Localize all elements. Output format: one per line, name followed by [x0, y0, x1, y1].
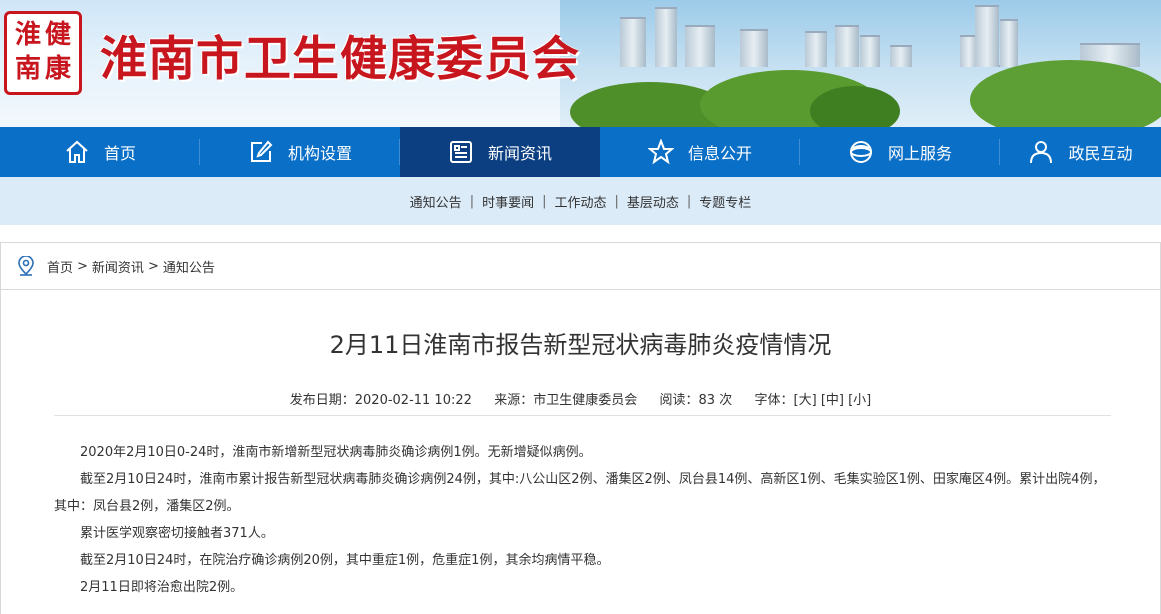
subnav-divider: | — [686, 193, 692, 209]
star-icon — [647, 139, 674, 165]
date-label: 发布日期： — [289, 393, 355, 408]
breadcrumb-home[interactable]: 首页 — [47, 257, 73, 276]
article-body: 2020年2月10日0-24时，淮南市新增新型冠状病毒肺炎确诊病例1例。无新增疑… — [54, 439, 1111, 601]
font-large-button[interactable]: [大] — [794, 393, 817, 408]
nav-label: 新闻资讯 — [487, 144, 552, 163]
article-paragraph: 累计医学观察密切接触者371人。 — [80, 526, 274, 541]
nav-item-organization[interactable]: 机构设置 — [200, 127, 400, 177]
subnav-divider: | — [469, 193, 475, 209]
breadcrumb-separator: > — [77, 258, 88, 274]
publish-date: 2020-02-11 10:22 — [354, 393, 472, 408]
subnav-item-grassroots[interactable]: 基层动态 — [627, 192, 679, 211]
header-banner: 淮 健 南 康 淮南市卫生健康委员会 — [0, 0, 1161, 127]
source: 市卫生健康委员会 — [533, 393, 638, 408]
article-paragraph: 2月11日即将治愈出院2例。 — [80, 580, 244, 595]
nav-item-interaction[interactable]: 政民互动 — [1000, 127, 1161, 177]
font-small-button[interactable]: [小] — [848, 393, 871, 408]
subnav-item-notices[interactable]: 通知公告 — [410, 192, 462, 211]
subnav-divider: | — [614, 193, 619, 209]
subnav-item-current-news[interactable]: 时事要闻 — [482, 192, 534, 211]
home-icon — [66, 140, 88, 163]
seal-char: 健 — [45, 20, 72, 50]
subnav-item-special-topics[interactable]: 专题专栏 — [699, 192, 751, 211]
seal-char: 南 — [15, 54, 42, 84]
location-pin-icon — [18, 256, 34, 276]
edit-icon — [250, 140, 273, 162]
subnav-item-work-updates[interactable]: 工作动态 — [554, 192, 606, 211]
seal-char: 淮 — [15, 20, 42, 50]
subnav-divider: | — [542, 193, 547, 209]
seal-char: 康 — [45, 54, 72, 84]
nav-label: 政民互动 — [1068, 144, 1133, 163]
news-icon — [449, 141, 472, 163]
nav-label: 首页 — [103, 144, 136, 163]
font-size-label: 字体： — [754, 393, 794, 408]
nav-item-info-disclosure[interactable]: 信息公开 — [600, 127, 800, 177]
nav-item-news[interactable]: 新闻资讯 — [400, 127, 600, 177]
nav-label: 信息公开 — [687, 144, 752, 163]
article-container: 首页 > 新闻资讯 > 通知公告 2月11日淮南市报告新型冠状病毒肺炎疫情情况 … — [0, 242, 1161, 614]
city-skyline-image — [560, 0, 1161, 127]
nav-label: 机构设置 — [287, 144, 352, 163]
nav-label: 网上服务 — [887, 144, 952, 163]
sub-nav: 通知公告 | 时事要闻 | 工作动态 | 基层动态 | 专题专栏 — [0, 177, 1161, 225]
breadcrumb-news[interactable]: 新闻资讯 — [92, 257, 144, 276]
article-meta: 发布日期：2020-02-11 10:22 来源：市卫生健康委员会 阅读：83 … — [1, 389, 1160, 408]
site-title[interactable]: 淮南市卫生健康委员会 — [100, 20, 580, 89]
breadcrumb-notices[interactable]: 通知公告 — [163, 257, 215, 276]
breadcrumb: 首页 > 新闻资讯 > 通知公告 — [1, 243, 1160, 290]
breadcrumb-separator: > — [147, 258, 159, 274]
view-count: 83 — [698, 393, 716, 408]
nav-item-home[interactable]: 首页 — [0, 127, 200, 177]
main-nav: 首页 机构设置 新闻资讯 信息公开 网上服务 政民互动 — [0, 127, 1161, 177]
user-icon — [1030, 141, 1053, 164]
views-unit: 次 — [719, 393, 733, 408]
font-medium-button[interactable]: [中] — [821, 393, 844, 408]
article-paragraph: 2020年2月10日0-24时，淮南市新增新型冠状病毒肺炎确诊病例1例。无新增疑… — [80, 445, 592, 460]
globe-icon — [849, 141, 872, 163]
nav-item-online-service[interactable]: 网上服务 — [800, 127, 1000, 177]
article-paragraph: 截至2月10日24时，淮南市累计报告新型冠状病毒肺炎确诊病例24例，其中:八公山… — [54, 472, 1106, 514]
article-paragraph: 截至2月10日24时，在院治疗确诊病例20例，其中重症1例，危重症1例，其余均病… — [80, 553, 610, 568]
source-label: 来源： — [494, 393, 534, 408]
meta-divider — [54, 415, 1111, 416]
logo-seal[interactable]: 淮 健 南 康 — [4, 11, 82, 95]
views-label: 阅读： — [659, 393, 699, 408]
article-title: 2月11日淮南市报告新型冠状病毒肺炎疫情情况 — [329, 331, 832, 359]
